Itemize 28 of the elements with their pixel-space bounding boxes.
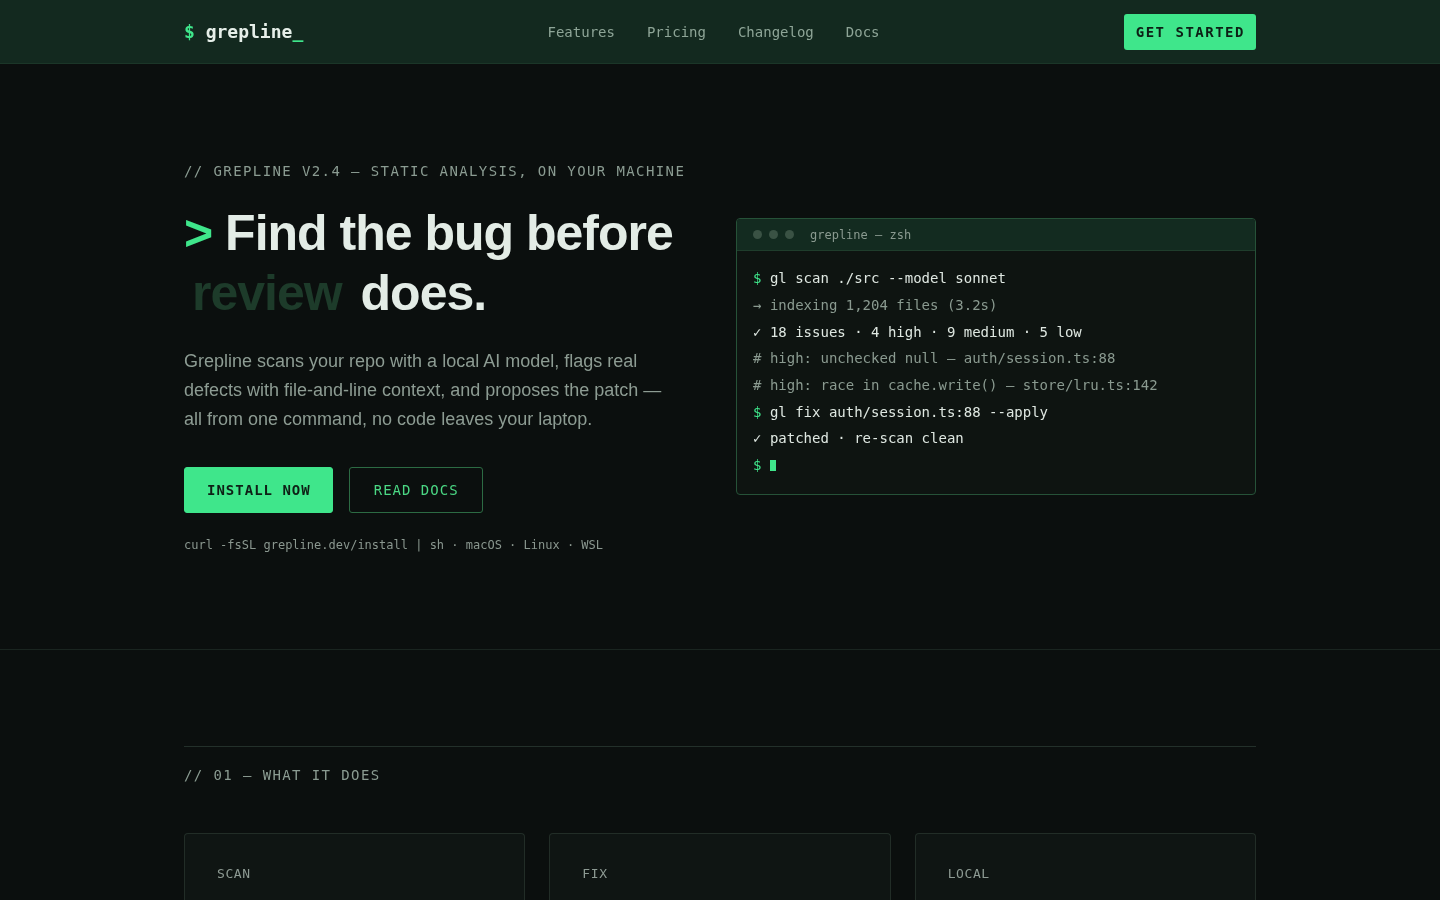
terminal-line: ✓ 18 issues · 4 high · 9 medium · 5 low xyxy=(753,322,1083,342)
terminal-line: $ gl fix auth/session.ts:88 --apply xyxy=(753,402,1050,422)
dot-icon xyxy=(769,230,778,240)
card-label: SCAN xyxy=(217,866,252,882)
eyebrow-text: // GREPLINE V2.4 — STATIC ANALYSIS, ON YOUR MACHINE xyxy=(184,161,687,181)
terminal-title: grepline — zsh xyxy=(810,227,912,242)
install-command-text: curl -fsSL grepline.dev/install | sh · macOS · Linux · WSL xyxy=(184,536,605,553)
dot-icon xyxy=(753,230,762,240)
logo[interactable]: $ grepline_ xyxy=(184,21,304,42)
install-button[interactable]: INSTALL NOW xyxy=(184,466,333,513)
terminal-prompt: $ xyxy=(753,457,762,474)
cursor-icon xyxy=(769,460,776,472)
get-started-button[interactable]: GET STARTED xyxy=(1123,13,1256,50)
nav-link[interactable]: Features xyxy=(547,23,615,40)
hero-description: Grepline scans your repo with a local AI model, flags real defects with file-and-line context, and proposes the patch — all from one command, no code leaves your laptop. xyxy=(184,349,663,431)
nav-link[interactable]: Pricing xyxy=(646,23,706,40)
card-label: LOCAL xyxy=(947,866,991,882)
dot-icon xyxy=(785,230,794,240)
terminal-line: → indexing 1,204 files (3.2s) xyxy=(753,295,999,315)
nav-link[interactable]: Changelog xyxy=(737,23,814,40)
section-label: // 01 — WHAT IT DOES xyxy=(184,766,382,784)
card-label: FIX xyxy=(582,866,609,882)
terminal-line: # high: unchecked null — auth/session.ts:88 xyxy=(753,349,1117,369)
terminal-line: ✓ patched · re-scan clean xyxy=(753,429,965,449)
terminal-line: # high: race in cache.write() — store/lru.ts:142 xyxy=(753,376,1159,395)
terminal-line: $ gl scan ./src --model sonnet xyxy=(753,269,1007,289)
docs-button[interactable]: READ DOCS xyxy=(348,466,483,513)
nav-link[interactable]: Docs xyxy=(845,23,880,40)
